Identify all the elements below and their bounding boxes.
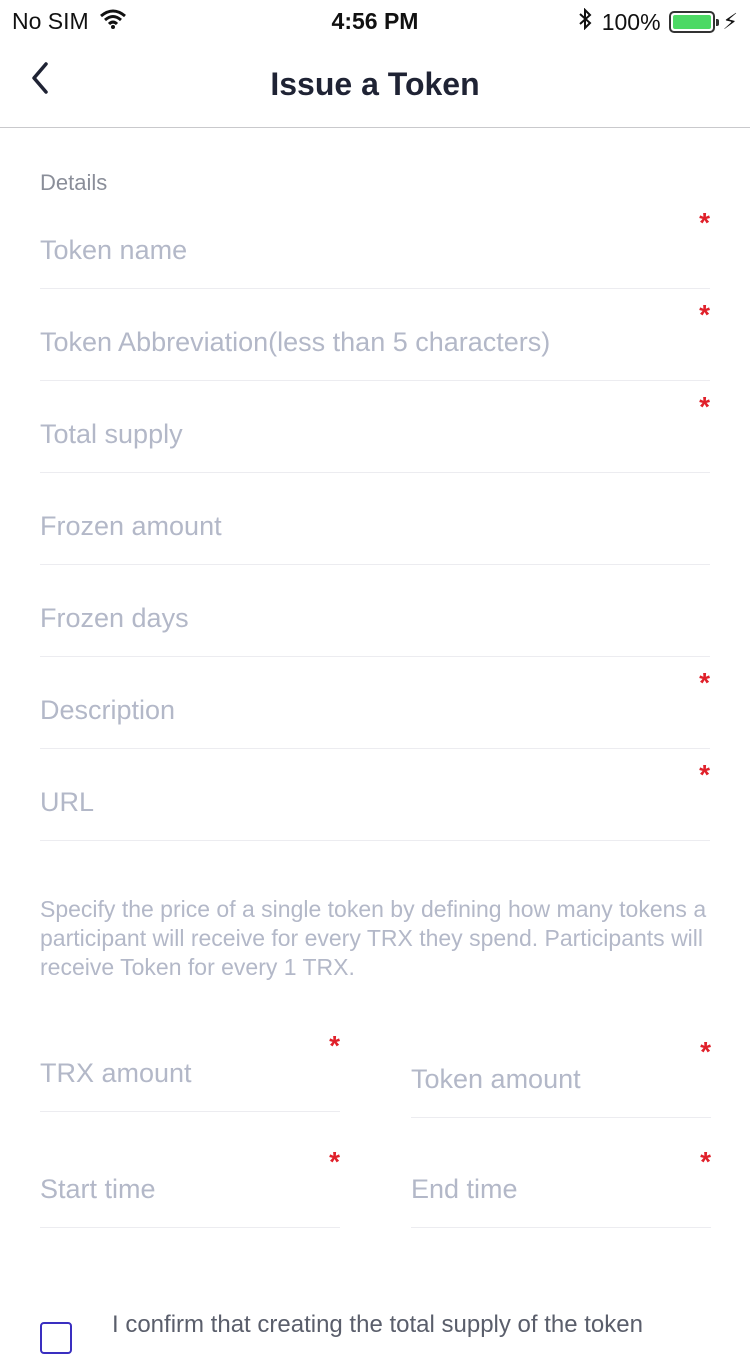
- confirm-text: I confirm that creating the total supply…: [112, 1311, 643, 1338]
- required-marker: *: [699, 391, 710, 422]
- required-marker: *: [699, 299, 710, 330]
- battery-icon: [668, 11, 719, 33]
- charging-bolt-icon: ⚡︎: [722, 9, 738, 34]
- token-amount-input[interactable]: [411, 1059, 681, 1099]
- trx-amount-field: *: [40, 1020, 340, 1112]
- start-time-field: *: [40, 1136, 340, 1228]
- required-marker: *: [700, 1036, 711, 1067]
- token-name-field: *: [40, 197, 710, 289]
- token-name-input[interactable]: [40, 230, 680, 270]
- required-marker: *: [699, 759, 710, 790]
- status-bar: No SIM 4:56 PM 100% ⚡︎: [0, 0, 750, 40]
- chevron-left-icon: [32, 62, 48, 94]
- bluetooth-icon: [578, 7, 592, 36]
- required-marker: *: [700, 1146, 711, 1177]
- frozen-amount-field: [40, 473, 710, 565]
- end-time-input[interactable]: [411, 1169, 681, 1209]
- frozen-days-field: [40, 565, 710, 657]
- url-input[interactable]: [40, 782, 680, 822]
- page-title: Issue a Token: [270, 66, 480, 102]
- battery-level: [672, 15, 711, 29]
- frozen-days-input[interactable]: [40, 598, 680, 638]
- frozen-amount-input[interactable]: [40, 506, 680, 546]
- required-marker: *: [329, 1030, 340, 1061]
- end-time-field: *: [411, 1136, 711, 1228]
- token-amount-field: *: [411, 1026, 711, 1118]
- start-time-input[interactable]: [40, 1169, 310, 1209]
- price-info-text: Specify the price of a single token by d…: [40, 896, 707, 980]
- status-right: 100% ⚡︎: [578, 7, 738, 36]
- battery-tip: [715, 19, 719, 26]
- details-section-label: Details: [40, 170, 108, 195]
- token-abbreviation-input[interactable]: [40, 322, 680, 362]
- trx-amount-input[interactable]: [40, 1053, 310, 1093]
- url-field: *: [40, 749, 710, 841]
- battery-percentage: 100%: [601, 8, 661, 35]
- total-supply-field: *: [40, 381, 710, 473]
- required-marker: *: [699, 667, 710, 698]
- required-marker: *: [699, 207, 710, 238]
- description-field: *: [40, 657, 710, 749]
- total-supply-input[interactable]: [40, 414, 680, 454]
- required-marker: *: [329, 1146, 340, 1177]
- token-abbreviation-field: *: [40, 289, 710, 381]
- confirm-checkbox[interactable]: [40, 1322, 72, 1354]
- description-input[interactable]: [40, 690, 680, 730]
- navigation-bar: Issue a Token: [0, 40, 750, 128]
- back-button[interactable]: [26, 58, 66, 102]
